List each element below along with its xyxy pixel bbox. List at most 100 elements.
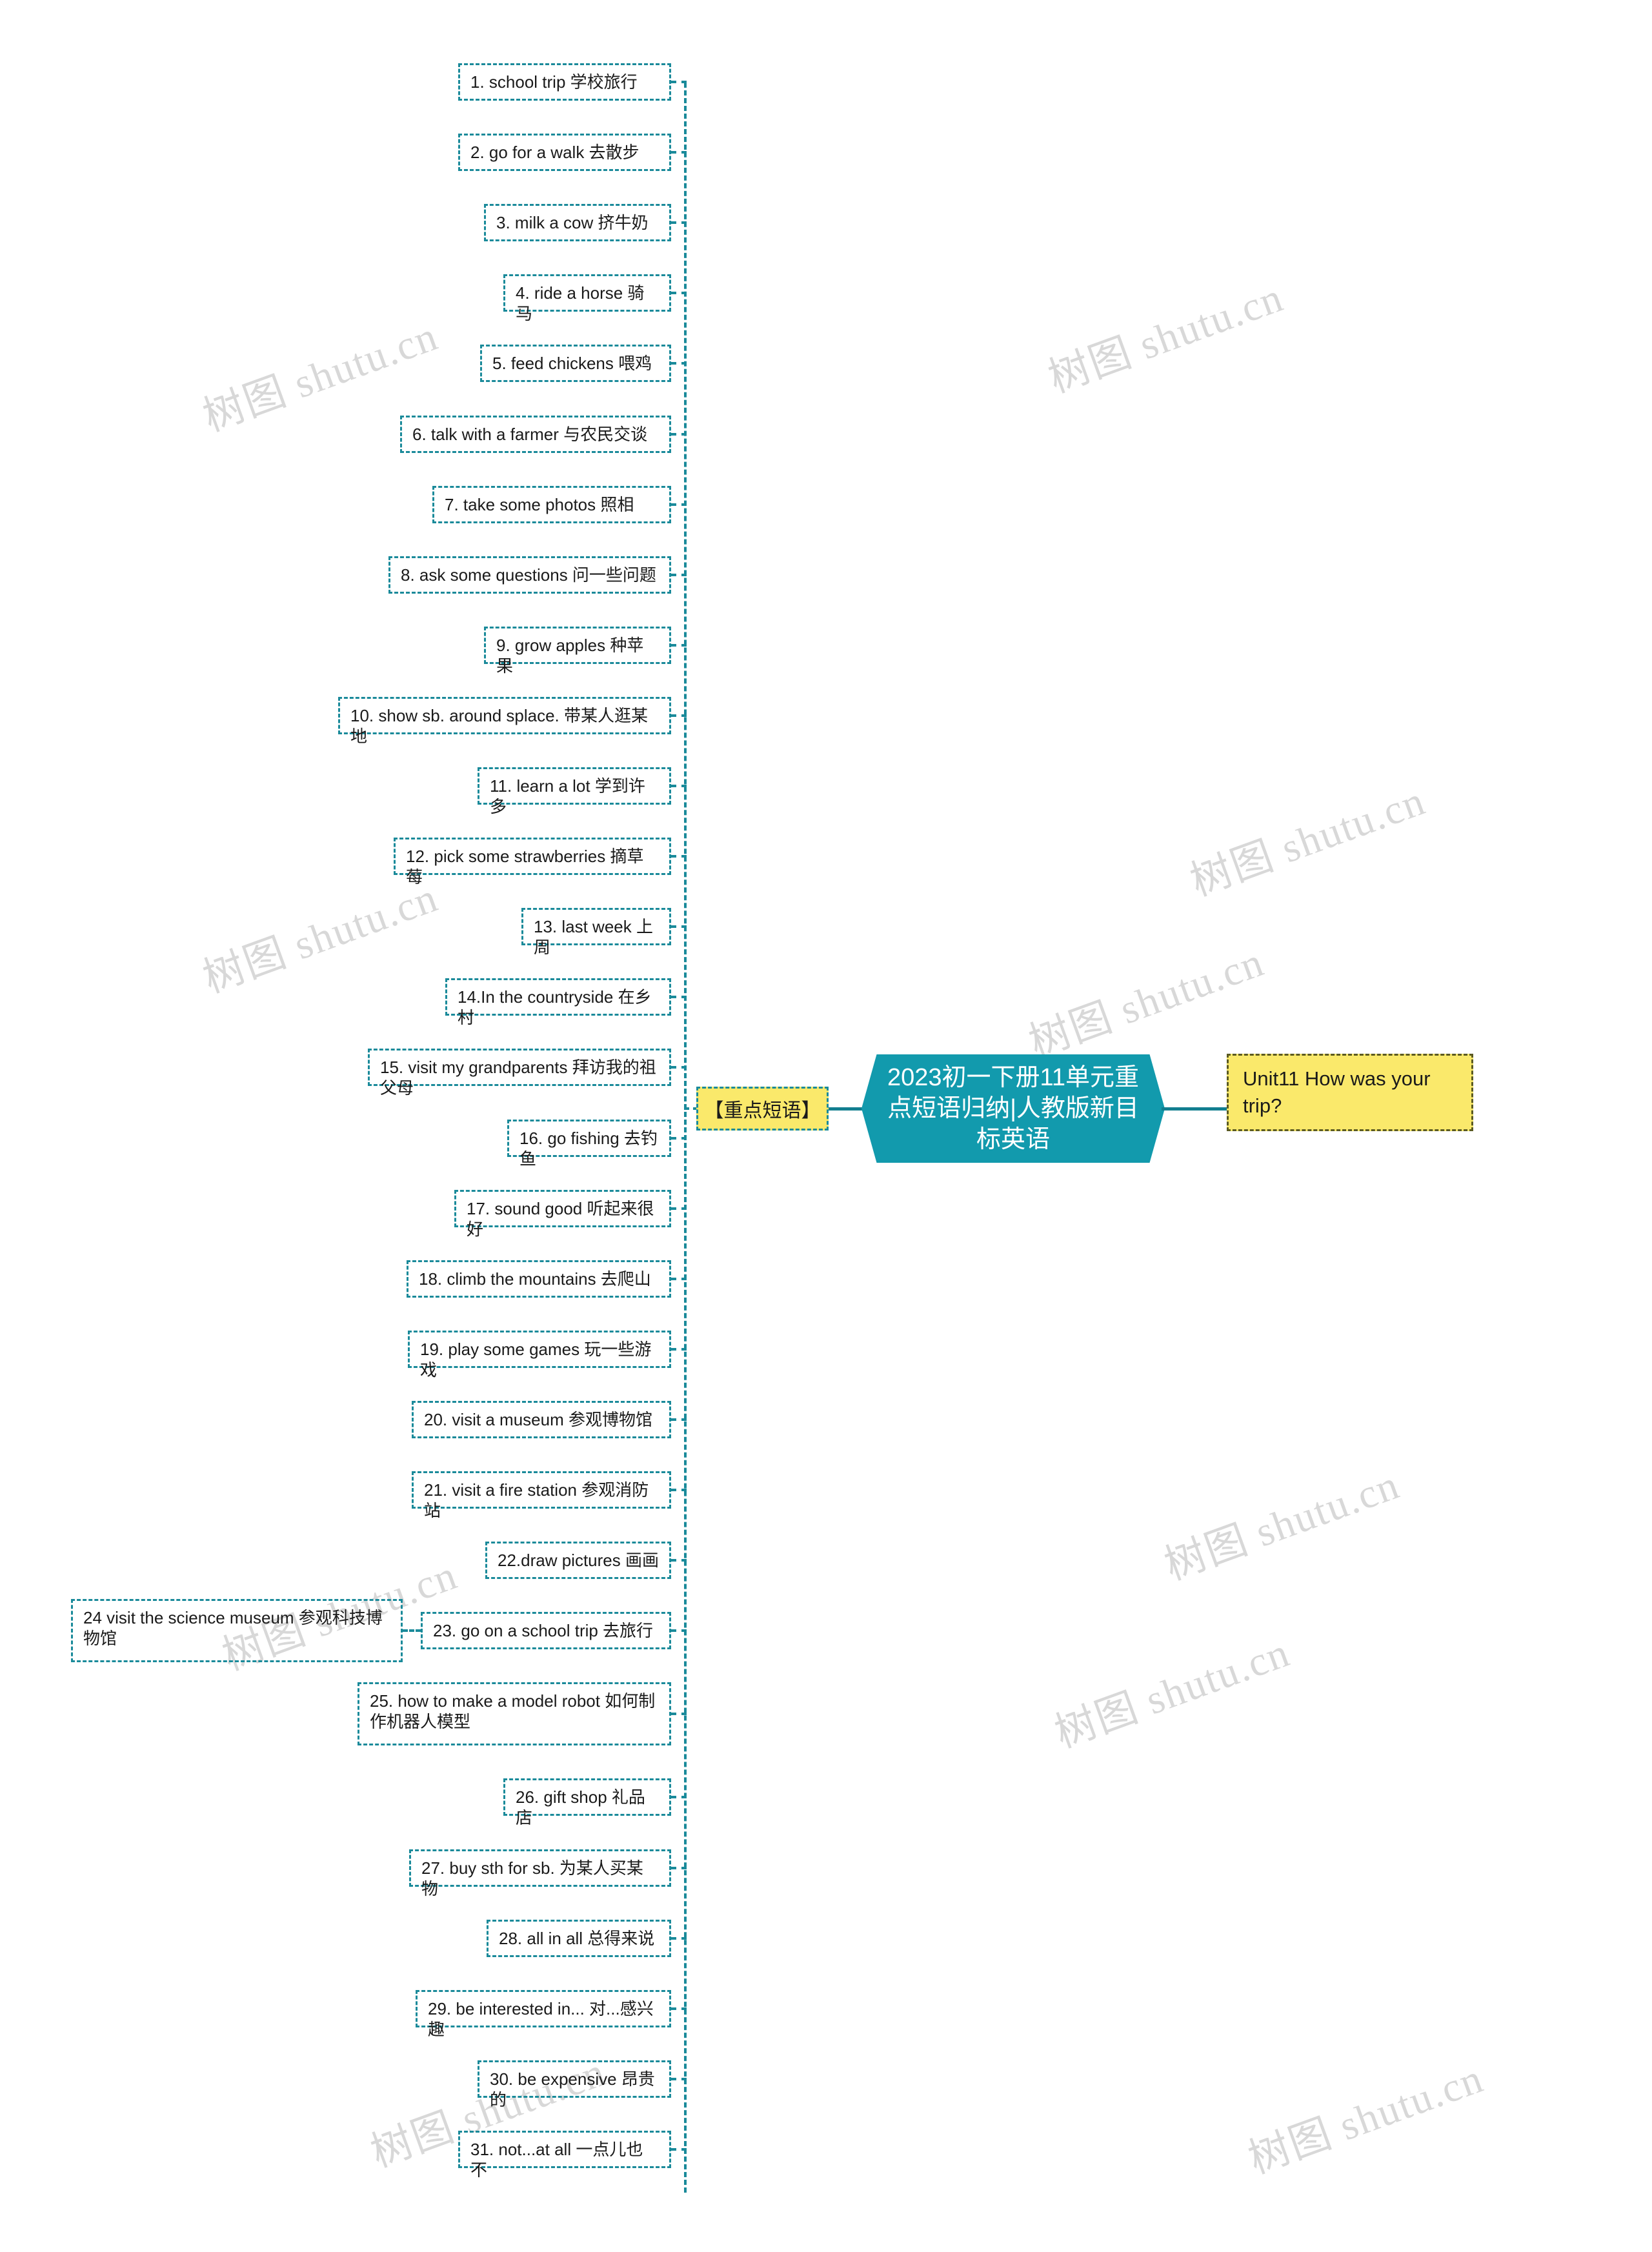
phrase-connector-14 xyxy=(671,996,687,999)
phrase-connector-21 xyxy=(671,1489,687,1491)
phrase-node-19[interactable]: 19. play some games 玩一些游戏 xyxy=(408,1330,671,1380)
phrase-node-8[interactable]: 8. ask some questions 问一些问题 xyxy=(388,556,671,594)
watermark: 树图 shutu.cn xyxy=(1049,1629,1296,1756)
phrase-node-29[interactable]: 29. be interested in... 对...感兴趣 xyxy=(416,1989,671,2039)
node-unit11-label: Unit11 How was your trip? xyxy=(1243,1067,1431,1117)
phrase-node-label: 12. pick some strawberries 摘草莓 xyxy=(406,847,644,887)
phrase-connector-16 xyxy=(671,1136,687,1140)
phrase-node-24[interactable]: 24 visit the science museum 参观科技博物馆 xyxy=(71,1599,403,1663)
phrase-node-2[interactable]: 2. go for a walk 去散步 xyxy=(458,134,671,172)
phrase-node-label: 17. sound good 听起来很好 xyxy=(467,1198,654,1239)
watermark: 树图 shutu.cn xyxy=(1042,274,1289,401)
phrase-connector-30 xyxy=(671,2077,687,2080)
phrase-node-label: 14.In the countryside 在乡村 xyxy=(458,987,652,1028)
node-unit11[interactable]: Unit11 How was your trip? xyxy=(1227,1054,1473,1131)
phrase-node-15[interactable]: 15. visit my grandparents 拜访我的祖父母 xyxy=(368,1049,671,1098)
phrase-node-label: 18. climb the mountains 去爬山 xyxy=(419,1269,651,1289)
phrase-connector-29 xyxy=(671,2007,687,2010)
phrase-node-label: 7. take some photos 照相 xyxy=(445,494,634,514)
phrase-node-label: 6. talk with a farmer 与农民交谈 xyxy=(412,424,648,444)
phrase-node-1[interactable]: 1. school trip 学校旅行 xyxy=(458,63,671,101)
phrase-connector-19 xyxy=(671,1347,687,1351)
phrase-node-6[interactable]: 6. talk with a farmer 与农民交谈 xyxy=(400,415,671,453)
phrase-connector-4 xyxy=(671,292,687,295)
phrase-connector-31 xyxy=(671,2147,687,2151)
phrase-node-label: 23. go on a school trip 去旅行 xyxy=(433,1621,654,1641)
center-node-shape: 2023初一下册11单元重点短语归纳|人教版新目标英语 xyxy=(861,1054,1165,1163)
watermark: 树图 shutu.cn xyxy=(1023,938,1270,1066)
phrase-node-18[interactable]: 18. climb the mountains 去爬山 xyxy=(407,1260,671,1298)
phrase-node-31[interactable]: 31. not...at all 一点儿也不 xyxy=(458,2130,671,2180)
phrase-node-label: 30. be expensive 昂贵的 xyxy=(490,2069,655,2109)
phrase-node-14[interactable]: 14.In the countryside 在乡村 xyxy=(445,978,671,1027)
phrase-connector-26 xyxy=(671,1796,687,1799)
phrase-node-label: 27. buy sth for sb. 为某人买某物 xyxy=(421,1858,643,1898)
phrase-node-label: 5. feed chickens 喂鸡 xyxy=(492,354,652,374)
phrase-node-27[interactable]: 27. buy sth for sb. 为某人买某物 xyxy=(409,1849,671,1898)
phrase-node-label: 11. learn a lot 学到许多 xyxy=(490,776,645,816)
phrase-node-26[interactable]: 26. gift shop 礼品店 xyxy=(503,1778,671,1827)
phrase-node-9[interactable]: 9. grow apples 种苹果 xyxy=(484,626,671,676)
node-key-phrases-label: 【重点短语】 xyxy=(704,1100,821,1121)
phrase-node-label: 21. visit a fire station 参观消防站 xyxy=(424,1480,649,1520)
phrase-node-label: 9. grow apples 种苹果 xyxy=(496,635,644,676)
center-node[interactable]: 2023初一下册11单元重点短语归纳|人教版新目标英语 xyxy=(861,1054,1165,1163)
phrase-node-3[interactable]: 3. milk a cow 挤牛奶 xyxy=(484,204,671,242)
phrase-node-12[interactable]: 12. pick some strawberries 摘草莓 xyxy=(394,838,671,887)
phrase-node-label: 10. show sb. around splace. 带某人逛某地 xyxy=(350,705,648,746)
phrase-node-label: 29. be interested in... 对...感兴趣 xyxy=(428,1998,654,2039)
phrase-node-13[interactable]: 13. last week 上周 xyxy=(521,908,671,957)
center-to-unit-connector xyxy=(1162,1107,1229,1111)
mindmap-canvas: 树图 shutu.cn 树图 shutu.cn 树图 shutu.cn 树图 s… xyxy=(0,0,1652,2252)
phrase-node-label: 22.draw pictures 画画 xyxy=(498,1551,659,1571)
phrase-node-label: 4. ride a horse 骑马 xyxy=(516,283,645,324)
phrase-connector-28 xyxy=(671,1936,687,1940)
phrase-node-7[interactable]: 7. take some photos 照相 xyxy=(432,485,671,523)
phrase-node-30[interactable]: 30. be expensive 昂贵的 xyxy=(478,2060,671,2109)
phrase-node-label: 15. visit my grandparents 拜访我的祖父母 xyxy=(380,1058,656,1098)
center-node-title: 2023初一下册11单元重点短语归纳|人教版新目标英语 xyxy=(887,1064,1139,1153)
phrase-connector-10 xyxy=(671,714,687,717)
phrase-node-21[interactable]: 21. visit a fire station 参观消防站 xyxy=(412,1471,671,1520)
phrase-node-label: 24 visit the science museum 参观科技博物馆 xyxy=(83,1608,383,1649)
phrase-connector-12 xyxy=(671,855,687,858)
phrase-node-23[interactable]: 23. go on a school trip 去旅行 xyxy=(421,1612,671,1650)
phrase-connector-9 xyxy=(671,643,687,647)
phrase-node-5[interactable]: 5. feed chickens 喂鸡 xyxy=(480,345,671,383)
phrase-connector-15 xyxy=(671,1066,687,1069)
phrase-connector-27 xyxy=(671,1866,687,1869)
phrase-connector-20 xyxy=(671,1418,687,1421)
phrase-node-label: 26. gift shop 礼品店 xyxy=(516,1787,645,1828)
phrase-node-28[interactable]: 28. all in all 总得来说 xyxy=(487,1919,671,1957)
phrase-node-label: 20. visit a museum 参观博物馆 xyxy=(424,1409,652,1429)
phrase-connector-22 xyxy=(671,1559,687,1562)
phrase-connector-23 xyxy=(671,1629,687,1633)
phrase-connector-11 xyxy=(671,785,687,787)
watermark: 树图 shutu.cn xyxy=(1158,1461,1405,1589)
phrase-node-label: 31. not...at all 一点儿也不 xyxy=(470,2139,643,2180)
phrase-node-label: 13. last week 上周 xyxy=(534,917,653,958)
phrase-connector-24 xyxy=(403,1629,421,1633)
phrase-node-label: 16. go fishing 去钓鱼 xyxy=(519,1128,658,1169)
phrase-connector-25 xyxy=(671,1713,687,1716)
phrase-node-17[interactable]: 17. sound good 听起来很好 xyxy=(454,1189,671,1239)
phrase-connector-7 xyxy=(671,503,687,506)
phrase-node-16[interactable]: 16. go fishing 去钓鱼 xyxy=(507,1119,671,1169)
phrase-node-label: 19. play some games 玩一些游戏 xyxy=(420,1339,652,1380)
phrase-node-20[interactable]: 20. visit a museum 参观博物馆 xyxy=(412,1400,671,1438)
node-key-phrases[interactable]: 【重点短语】 xyxy=(696,1087,829,1131)
phrase-node-label: 2. go for a walk 去散步 xyxy=(470,143,640,163)
phrase-node-10[interactable]: 10. show sb. around splace. 带某人逛某地 xyxy=(338,696,671,746)
phrase-node-4[interactable]: 4. ride a horse 骑马 xyxy=(503,274,671,323)
phrase-node-25[interactable]: 25. how to make a model robot 如何制作机器人模型 xyxy=(358,1682,671,1746)
phrase-node-22[interactable]: 22.draw pictures 画画 xyxy=(485,1542,671,1580)
phrase-connector-3 xyxy=(671,221,687,225)
phrase-node-label: 28. all in all 总得来说 xyxy=(499,1928,655,1948)
phrase-node-11[interactable]: 11. learn a lot 学到许多 xyxy=(478,767,671,816)
phrase-node-label: 1. school trip 学校旅行 xyxy=(470,72,638,92)
phrase-node-label: 3. milk a cow 挤牛奶 xyxy=(496,213,649,233)
phrase-connector-5 xyxy=(671,362,687,365)
phrase-connector-1 xyxy=(671,81,687,83)
phrase-node-label: 25. how to make a model robot 如何制作机器人模型 xyxy=(370,1691,656,1732)
phrase-connector-8 xyxy=(671,573,687,576)
